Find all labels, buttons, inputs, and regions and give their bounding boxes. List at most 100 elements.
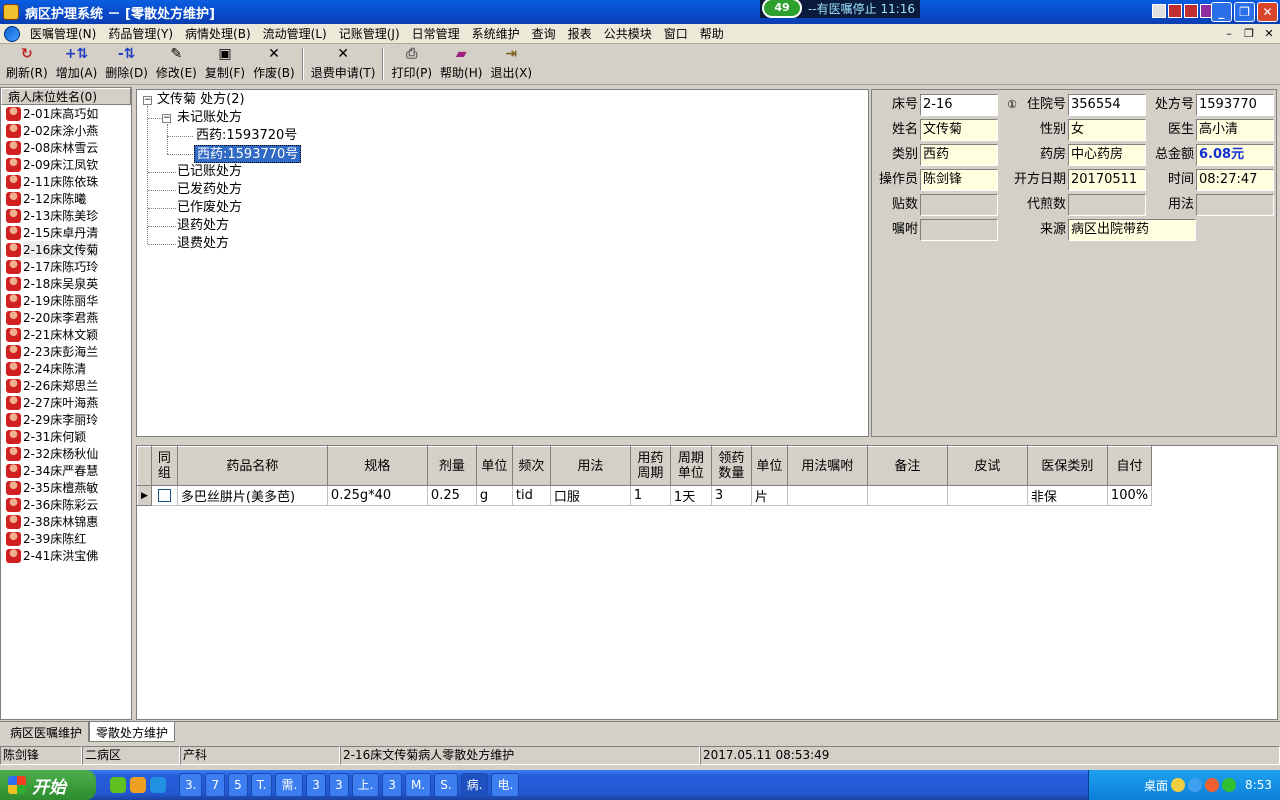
patient-list-item[interactable]: 2-19床陈丽华 <box>1 292 131 309</box>
cell-drug-name[interactable]: 多巴丝肼片(美多芭) <box>177 485 328 506</box>
col-period-unit[interactable]: 周期单位 <box>669 446 712 486</box>
menu-help[interactable]: 帮助 <box>694 25 730 42</box>
group-checkbox[interactable] <box>157 489 171 502</box>
patient-list-header[interactable]: 病人床位姓名(0) <box>1 88 131 105</box>
menu-window[interactable]: 窗口 <box>658 25 694 42</box>
exit-button[interactable]: ⇥ 退出(X) <box>486 46 536 84</box>
quick-launch-icon[interactable] <box>150 777 166 793</box>
cell-unit[interactable]: g <box>476 485 513 506</box>
table-row[interactable]: ▶ 多巴丝肼片(美多芭) 0.25g*40 0.25 g tid 口服 1 1天… <box>137 485 1153 506</box>
patient-list-item[interactable]: 2-35床檀燕敏 <box>1 479 131 496</box>
patient-list-item[interactable]: 2-21床林文颖 <box>1 326 131 343</box>
menu-system[interactable]: 系统维护 <box>466 25 526 42</box>
delete-button[interactable]: -⇅ 删除(D) <box>101 46 152 84</box>
quick-launch-icon[interactable] <box>130 777 146 793</box>
mdi-close-button[interactable]: ✕ <box>1262 27 1276 41</box>
patient-list-item[interactable]: 2-27床叶海燕 <box>1 394 131 411</box>
cell-usage[interactable]: 口服 <box>550 485 631 506</box>
taskbar-window-button[interactable]: T. <box>250 773 273 797</box>
mail-icon[interactable] <box>1152 4 1166 18</box>
tree-billed[interactable]: 已记账处方 <box>177 163 242 181</box>
minimize-button[interactable]: _ <box>1211 2 1232 22</box>
col-dose[interactable]: 剂量 <box>426 446 477 486</box>
menu-billing[interactable]: 记账管理(J) <box>333 25 406 42</box>
taskbar-window-button[interactable]: 上. <box>351 773 380 797</box>
tree-dispensed[interactable]: 已发药处方 <box>177 181 242 199</box>
patient-list-item[interactable]: 2-29床李丽玲 <box>1 411 131 428</box>
cell-period-unit[interactable]: 1天 <box>670 485 712 506</box>
time-field[interactable]: 08:27:47 <box>1196 169 1274 191</box>
operator-field[interactable]: 陈剑锋 <box>920 169 998 191</box>
cell-notes[interactable] <box>867 485 948 506</box>
doses-field[interactable] <box>920 194 998 216</box>
menu-transfer[interactable]: 流动管理(L) <box>257 25 333 42</box>
usage-field[interactable] <box>1196 194 1274 216</box>
red-status-icon[interactable] <box>1168 4 1182 18</box>
patient-list-item[interactable]: 2-12床陈曦 <box>1 190 131 207</box>
patient-list-item[interactable]: 2-08床林雪云 <box>1 139 131 156</box>
mdi-minimize-button[interactable]: – <box>1222 27 1236 41</box>
maximize-button[interactable]: ❐ <box>1234 2 1255 22</box>
clock[interactable]: 8:53 <box>1245 778 1272 792</box>
admission-field[interactable]: 356554 <box>1068 94 1146 116</box>
col-quantity[interactable]: 领药数量 <box>710 446 752 486</box>
taskbar-window-button[interactable]: 5 <box>228 773 248 797</box>
patient-list-item[interactable]: 2-34床严春慧 <box>1 462 131 479</box>
patient-list-item[interactable]: 2-39床陈红 <box>1 530 131 547</box>
patient-list-item[interactable]: 2-20床李君燕 <box>1 309 131 326</box>
cell-quantity[interactable]: 3 <box>711 485 752 506</box>
collapse-root-toggle[interactable]: − <box>143 96 152 105</box>
col-drug-name[interactable]: 药品名称 <box>176 446 328 486</box>
copy-button[interactable]: ▣ 复制(F) <box>201 46 249 84</box>
cell-dose[interactable]: 0.25 <box>427 485 477 506</box>
doctor-field[interactable]: 高小清 <box>1196 119 1274 141</box>
col-usage[interactable]: 用法 <box>549 446 631 486</box>
patient-list-item[interactable]: 2-23床彭海兰 <box>1 343 131 360</box>
col-spec[interactable]: 规格 <box>326 446 428 486</box>
print-button[interactable]: ⎙ 打印(P) <box>387 46 436 84</box>
taskbar-window-button[interactable]: 病. <box>460 773 489 797</box>
group-cell[interactable] <box>151 485 178 506</box>
refund-request-button[interactable]: ✕ 退费申请(T) <box>307 46 380 84</box>
col-period[interactable]: 用药周期 <box>629 446 671 486</box>
patient-list-item[interactable]: 2-38床林锦惠 <box>1 513 131 530</box>
tray-icon[interactable] <box>1205 778 1220 792</box>
menu-condition[interactable]: 病情处理(B) <box>179 25 257 42</box>
cell-skin-test[interactable] <box>947 485 1028 506</box>
col-frequency[interactable]: 频次 <box>511 446 551 486</box>
cell-spec[interactable]: 0.25g*40 <box>327 485 428 506</box>
desktop-toolbar[interactable]: 桌面 <box>1144 777 1168 794</box>
taskbar-window-button[interactable]: 7 <box>205 773 226 797</box>
cell-frequency[interactable]: tid <box>512 485 551 506</box>
taskbar-window-button[interactable]: 3. <box>179 773 203 797</box>
menu-reports[interactable]: 报表 <box>562 25 598 42</box>
notice-count-badge[interactable]: 49 <box>762 0 802 18</box>
col-insurance[interactable]: 医保类别 <box>1026 446 1108 486</box>
modify-button[interactable]: ✎ 修改(E) <box>152 46 201 84</box>
taskbar-window-button[interactable]: 3 <box>328 773 349 797</box>
red-status-icon-2[interactable] <box>1184 4 1198 18</box>
taskbar-window-button[interactable]: S. <box>434 773 458 797</box>
patient-list-item[interactable]: 2-11床陈依珠 <box>1 173 131 190</box>
patient-list-item[interactable]: 2-17床陈巧玲 <box>1 258 131 275</box>
menu-public[interactable]: 公共模块 <box>598 25 658 42</box>
refresh-button[interactable]: ↻ 刷新(R) <box>2 46 52 84</box>
patient-list-item[interactable]: 2-09床江凤钦 <box>1 156 131 173</box>
collapse-unbilled-toggle[interactable]: − <box>162 114 171 123</box>
menu-daily[interactable]: 日常管理 <box>406 25 466 42</box>
tree-voided[interactable]: 已作废处方 <box>177 199 242 217</box>
start-button[interactable]: 开始 <box>0 770 96 800</box>
menu-drugs[interactable]: 药品管理(Y) <box>102 25 179 42</box>
taskbar-window-button[interactable]: 需. <box>275 773 304 797</box>
taskbar-window-button[interactable]: 3 <box>382 773 403 797</box>
col-unit-2[interactable]: 单位 <box>750 446 788 486</box>
col-instructions[interactable]: 用法嘱咐 <box>786 446 868 486</box>
patient-list-item[interactable]: 2-32床杨秋仙 <box>1 445 131 462</box>
col-unit[interactable]: 单位 <box>475 446 513 486</box>
close-button[interactable]: ✕ <box>1257 2 1278 22</box>
source-field[interactable]: 病区出院带药 <box>1068 219 1196 241</box>
taskbar-window-button[interactable]: 3 <box>306 773 326 797</box>
menu-query[interactable]: 查询 <box>526 25 562 42</box>
bed-field[interactable]: 2-16 <box>920 94 998 116</box>
add-button[interactable]: +⇅ 增加(A) <box>52 46 102 84</box>
